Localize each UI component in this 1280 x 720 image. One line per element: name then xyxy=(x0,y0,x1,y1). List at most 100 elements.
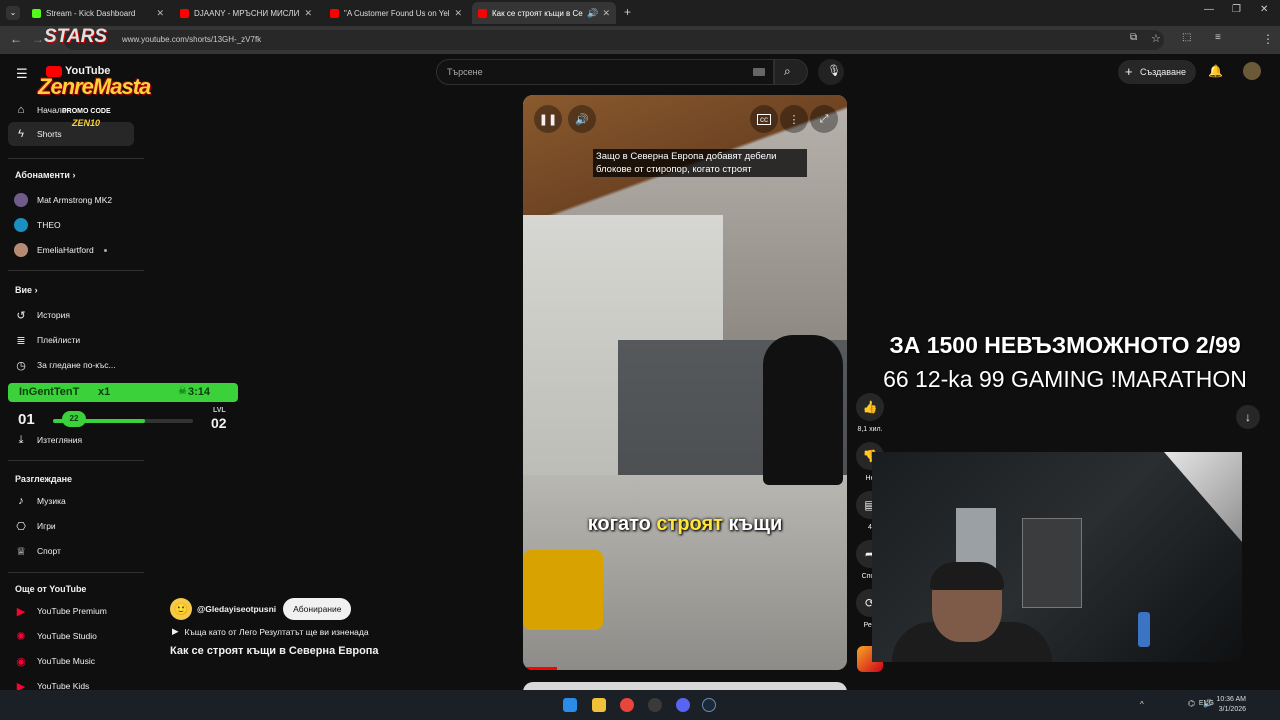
caption-bottom: когато строят къщи xyxy=(523,513,847,536)
account-avatar[interactable] xyxy=(1243,62,1261,80)
fullscreen-button[interactable]: ⤢ xyxy=(810,105,838,133)
video-progress-bar[interactable] xyxy=(523,667,557,670)
sidebar-item-subscription[interactable]: Mat Armstrong MK2 xyxy=(8,188,134,212)
sidebar-item-youtube-premium[interactable]: ▶ YouTube Premium xyxy=(8,599,134,623)
window-close-icon[interactable]: ✕ xyxy=(1260,4,1268,15)
minimize-icon[interactable]: — xyxy=(1204,4,1214,15)
channel-name[interactable]: @Gledayiseotpusni xyxy=(197,604,276,614)
tab-djaany[interactable]: DJAANY - МРЪСНИ МИСЛИ ( ✕ xyxy=(174,2,318,24)
youtube-premium-icon: ▶ xyxy=(16,605,26,618)
new-tab-icon[interactable]: + xyxy=(624,5,631,19)
pause-button[interactable]: ❚❚ xyxy=(534,105,562,133)
sidebar-item-gaming[interactable]: ⎔ Игри xyxy=(8,514,134,538)
clock-time: 10:36 AM xyxy=(1216,696,1246,703)
close-icon[interactable]: ✕ xyxy=(454,8,462,19)
sidebar-item-subscription[interactable]: EmeliaHartford xyxy=(8,238,134,262)
hud-multiplier: x1 xyxy=(98,386,111,398)
search-input[interactable]: Търсене xyxy=(436,59,774,85)
sidebar-item-watch-later[interactable]: ◷ За гледане по-къс... xyxy=(8,353,134,377)
file-explorer-icon[interactable] xyxy=(592,698,606,712)
kick-icon xyxy=(32,8,41,18)
trophy-icon: ♕ xyxy=(16,545,26,558)
extensions-icon[interactable]: ⬚ xyxy=(1182,32,1191,43)
volume-button[interactable]: 🔊 xyxy=(568,105,596,133)
subscribe-button[interactable]: Абонирание xyxy=(283,598,352,620)
sidebar-item-youtube-studio[interactable]: ✺ YouTube Studio xyxy=(8,624,134,648)
sidebar-item-label: Плейлисти xyxy=(37,335,81,345)
keyboard-icon[interactable] xyxy=(753,68,765,76)
tab-kick-dashboard[interactable]: Stream - Kick Dashboard ✕ xyxy=(26,2,170,24)
search-placeholder: Търсене xyxy=(447,67,483,77)
sidebar-item-shorts[interactable]: ϟ Shorts xyxy=(8,122,134,146)
webcam-background-box xyxy=(956,508,996,568)
close-icon[interactable]: ✕ xyxy=(602,8,610,19)
section-title: Още от YouTube xyxy=(15,584,87,594)
expand-icon: ⤢ xyxy=(819,112,829,125)
stream-overlay-line1: ЗА 1500 НЕВЪЗМОЖНОТО 2/99 xyxy=(889,332,1241,358)
url-field[interactable]: www.youtube.com/shorts/13GH-_zV7fk xyxy=(64,30,1164,50)
sidebar-item-label: Изтегляния xyxy=(37,435,83,445)
hamburger-menu-icon[interactable]: ☰ xyxy=(16,66,28,82)
section-title: Вие xyxy=(15,285,33,295)
more-options-button[interactable]: ⋮ xyxy=(780,105,808,133)
hud-level-badge: 22 xyxy=(62,411,86,427)
discord-icon[interactable] xyxy=(676,698,690,712)
forward-icon[interactable]: → xyxy=(32,32,44,46)
create-button[interactable]: + Създаване xyxy=(1118,60,1196,84)
bookmark-star-icon[interactable]: ☆ xyxy=(1151,32,1161,45)
address-bar-row: ← → www.youtube.com/shorts/13GH-_zV7fk ⧉… xyxy=(0,26,1280,72)
sidebar-item-label: Shorts xyxy=(37,129,62,139)
youtube-music-icon: ◉ xyxy=(16,655,26,668)
home-icon: ⌂ xyxy=(17,104,25,116)
volume-tray-icon[interactable]: 🔊 xyxy=(1203,699,1213,708)
next-short-button[interactable]: ↓ xyxy=(1236,405,1260,429)
search-button[interactable]: ⌕ xyxy=(774,59,808,85)
reading-list-icon[interactable]: ≡ xyxy=(1215,32,1221,43)
voice-search-button[interactable]: 🎙 xyxy=(818,59,844,85)
tab-active-short[interactable]: Как се строят къщи в Севе 🔊 ✕ xyxy=(472,2,616,24)
clock[interactable]: 10:36 AM 3/1/2026 xyxy=(1216,695,1246,715)
sidebar-item-label: Mat Armstrong MK2 xyxy=(37,195,113,205)
sidebar-item-label: EmeliaHartford xyxy=(37,245,94,255)
browser-menu-icon[interactable]: ⋮ xyxy=(1262,32,1274,46)
channel-avatar xyxy=(14,243,28,257)
youtube-icon xyxy=(330,8,339,18)
tab-search-icon[interactable]: ⌄ xyxy=(6,6,20,20)
you-header[interactable]: Вие › xyxy=(15,285,38,295)
music-row[interactable]: ▶ Къща като от Лего Резултатът ще ви изне… xyxy=(172,626,369,637)
notifications-bell-icon[interactable]: 🔔 xyxy=(1208,64,1223,78)
maximize-icon[interactable]: ❐ xyxy=(1232,4,1241,15)
channel-avatar[interactable]: 🙂 xyxy=(170,598,192,620)
chrome-icon[interactable] xyxy=(620,698,634,712)
steam-icon[interactable] xyxy=(702,698,716,712)
tab-title: Stream - Kick Dashboard xyxy=(46,8,136,18)
search-icon: ⌕ xyxy=(784,64,791,78)
shorts-icon: ϟ xyxy=(18,128,24,140)
like-button[interactable]: 👍 xyxy=(856,393,884,421)
tray-chevron-icon[interactable]: ^ xyxy=(1140,700,1144,709)
sidebar-item-history[interactable]: ↺ История xyxy=(8,303,134,327)
shorts-video-player[interactable]: ❚❚ 🔊 cc ⋮ ⤢ Защо в Северна Европа добавя… xyxy=(523,95,847,670)
sidebar-item-youtube-music[interactable]: ◉ YouTube Music xyxy=(8,649,134,673)
speaker-icon[interactable]: 🔊 xyxy=(587,8,598,19)
close-icon[interactable]: ✕ xyxy=(156,8,164,19)
sidebar-item-playlists[interactable]: ≣ Плейлисти xyxy=(8,328,134,352)
music-note-icon: ♪ xyxy=(18,495,24,507)
create-label: Създаване xyxy=(1140,67,1186,77)
close-icon[interactable]: ✕ xyxy=(304,8,312,19)
arrow-down-icon: ↓ xyxy=(1245,410,1251,424)
subscriptions-header[interactable]: Абонаменти › xyxy=(15,170,75,180)
sidebar-item-subscription[interactable]: THEO xyxy=(8,213,134,237)
sidebar-item-sports[interactable]: ♕ Спорт xyxy=(8,539,134,563)
captions-button[interactable]: cc xyxy=(750,105,778,133)
sidebar-item-music[interactable]: ♪ Музика xyxy=(8,489,134,513)
back-icon[interactable]: ← xyxy=(10,32,22,46)
obs-icon[interactable] xyxy=(648,698,662,712)
network-icon[interactable]: ⌬ xyxy=(1188,699,1195,708)
windows-start-icon[interactable] xyxy=(563,698,577,712)
promo-code-label: PROMO CODE xyxy=(62,108,111,115)
volume-icon: 🔊 xyxy=(575,113,589,126)
brand-text: ZenreMasta xyxy=(38,74,151,99)
cast-icon[interactable]: ⧉ xyxy=(1130,32,1137,43)
tab-customer-yelp[interactable]: "A Customer Found Us on Yelp ✕ xyxy=(324,2,468,24)
